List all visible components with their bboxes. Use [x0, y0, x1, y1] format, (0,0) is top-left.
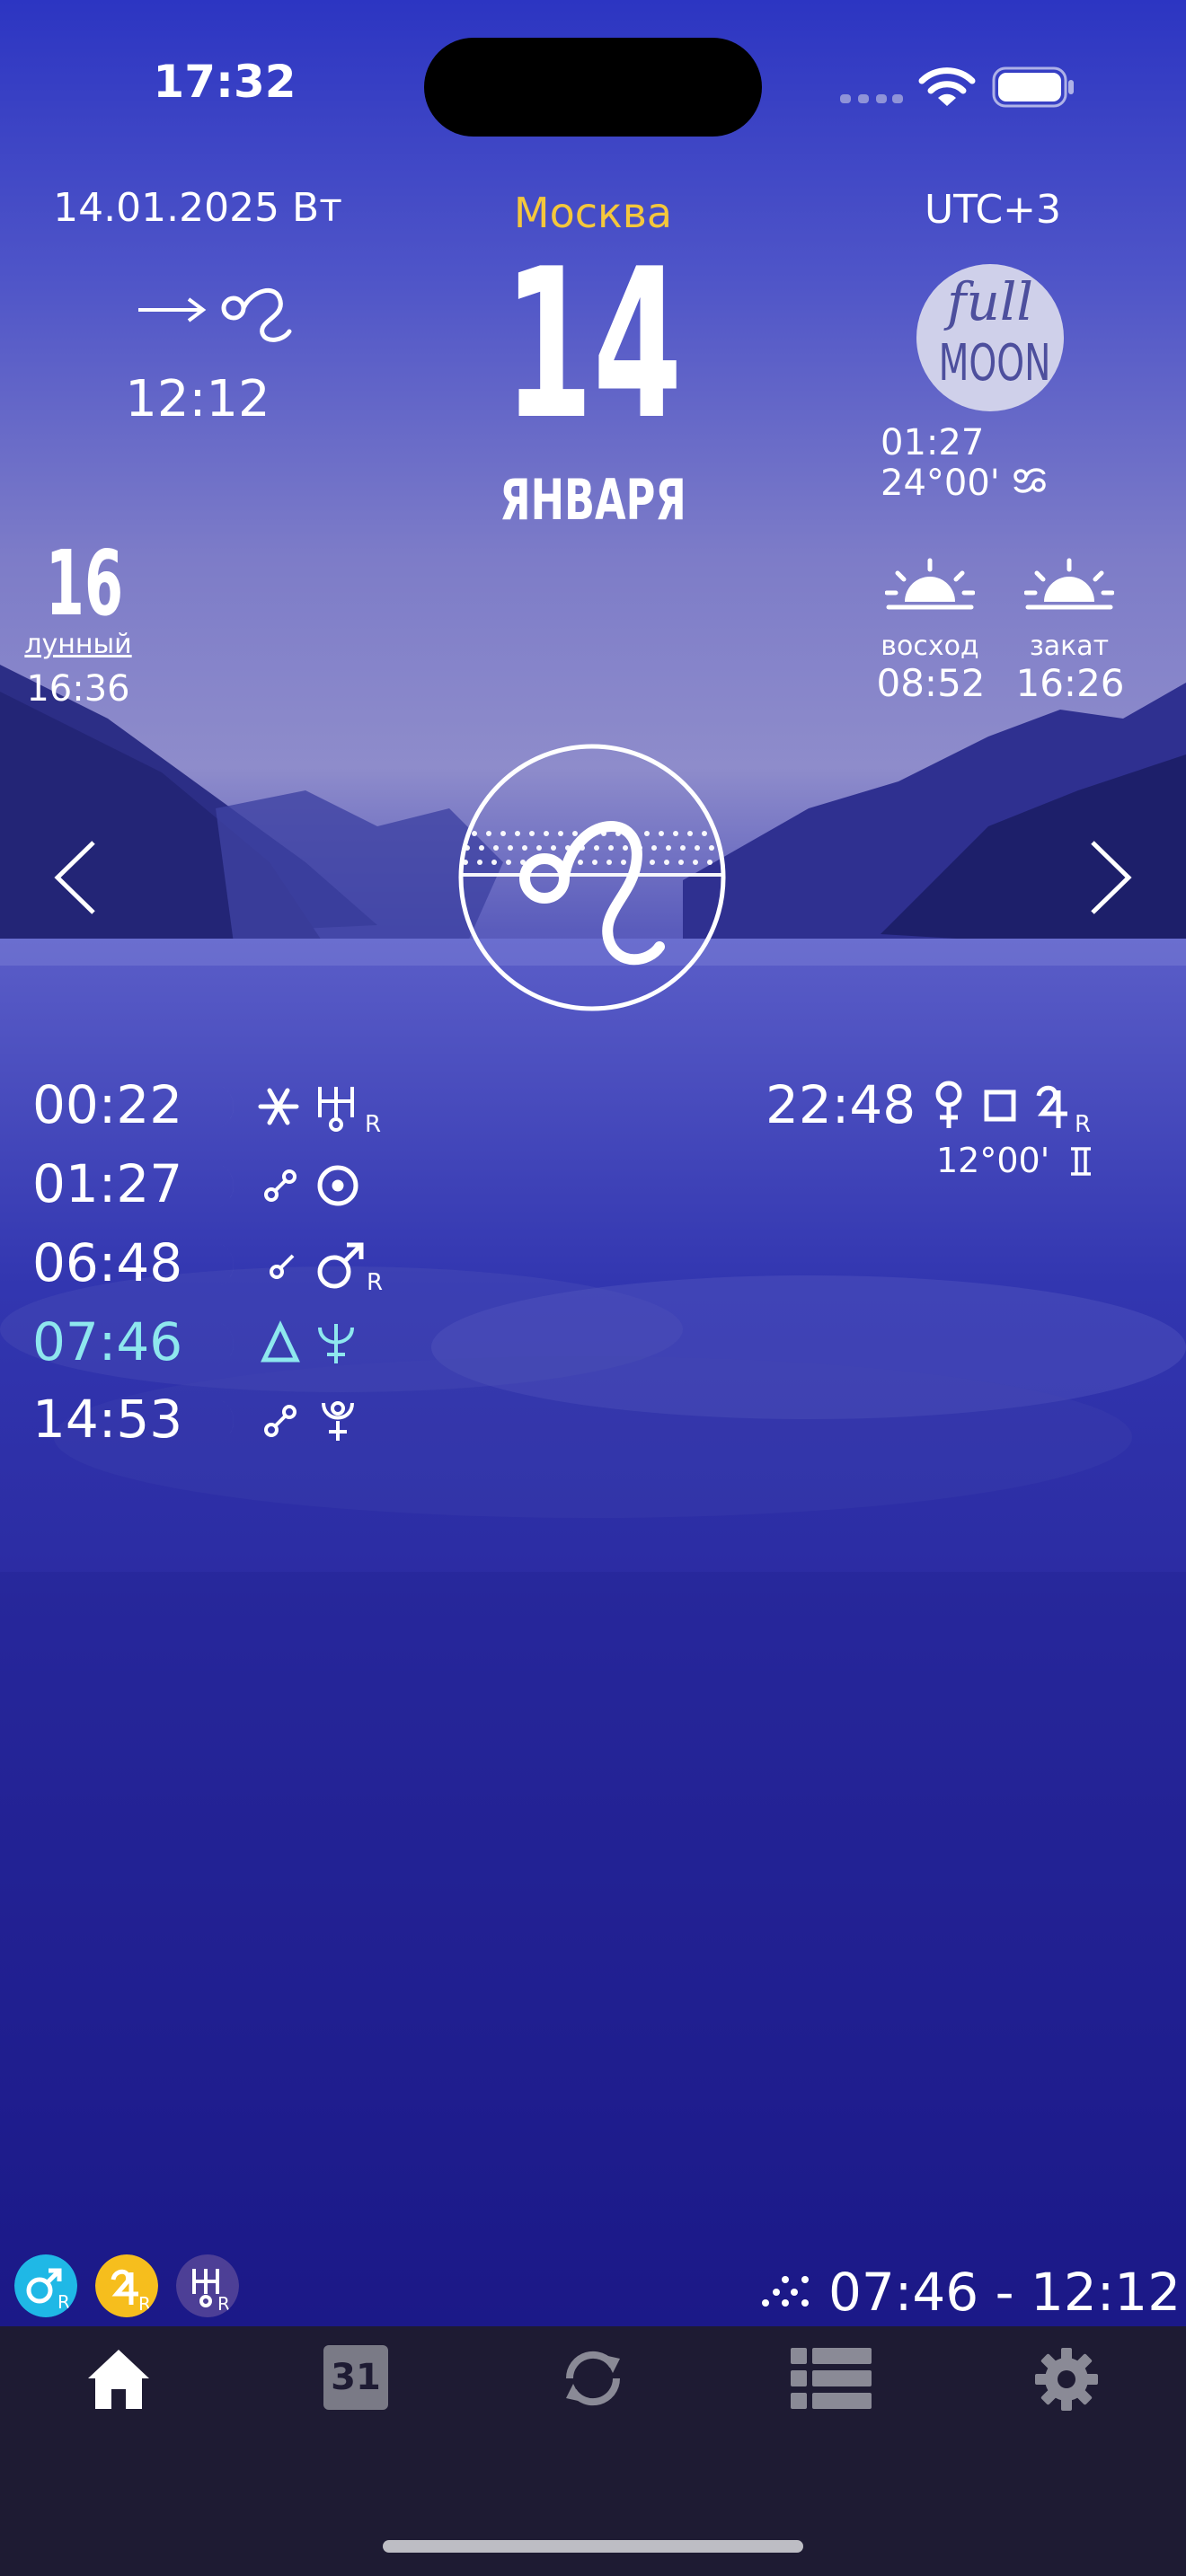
sextile-glyph: [258, 1088, 299, 1125]
day-number: 14: [503, 225, 683, 465]
moon-phase-time: 01:27: [881, 422, 985, 463]
leo-glyph: [519, 821, 665, 966]
retro-mars-badge[interactable]: R: [14, 2254, 77, 2317]
aspect-degree: 12°00': [936, 1141, 1050, 1180]
status-time: 17:32: [153, 56, 296, 108]
full-moon-icon[interactable]: full MOON: [916, 264, 1064, 411]
aspect-row-right[interactable]: 22:48 R: [766, 1074, 1161, 1137]
moon-ingress-time: 12:12: [125, 370, 270, 428]
neptune-glyph: [318, 1324, 354, 1363]
uranus-glyph: [318, 1087, 354, 1132]
moon-glyph: [210, 1241, 234, 1288]
battery-icon: [992, 66, 1074, 108]
aspect-time: 06:48: [32, 1232, 183, 1293]
list-icon: [791, 2348, 872, 2409]
retro-uranus-badge[interactable]: R: [176, 2254, 239, 2317]
aspect-glyphs: R: [210, 1241, 383, 1295]
tab-settings[interactable]: [1033, 2346, 1100, 2413]
aspect-glyphs: [210, 1398, 354, 1444]
opposition-glyph: [264, 1169, 296, 1202]
wifi-icon: [918, 67, 976, 106]
moon-phase-title-bottom: MOON: [938, 334, 1051, 393]
zodiac-leo-badge[interactable]: [456, 742, 728, 1013]
retro-mark: R: [365, 1111, 381, 1137]
moon-glyph: [210, 1320, 234, 1367]
sunset-icon: [1024, 558, 1114, 610]
pluto-glyph: [322, 1401, 354, 1441]
sunset-label: закат: [1029, 631, 1110, 662]
aspect-time: 07:46: [32, 1311, 183, 1372]
month-name: ЯНВАРЯ: [500, 467, 686, 533]
moon-glyph: [81, 279, 111, 340]
retro-jupiter-badge[interactable]: R: [95, 2254, 158, 2317]
timezone: UTC+3: [924, 187, 1062, 233]
current-date: 14.01.2025 Вт: [53, 185, 342, 231]
semisextile-glyph: [270, 1254, 295, 1279]
prev-day-arrow[interactable]: [50, 837, 101, 918]
lunar-day-number: 16: [45, 531, 124, 636]
void-of-course-icon: [762, 2276, 809, 2307]
aspect-row[interactable]: 14:53: [32, 1389, 410, 1451]
moon-phase-degree: 24°00': [881, 463, 1000, 504]
aspect-row[interactable]: 01:27: [32, 1153, 410, 1216]
aspect-glyphs: R: [210, 1083, 381, 1137]
sunset-time: 16:26: [1015, 661, 1125, 705]
aspect-row[interactable]: 06:48 R: [32, 1232, 410, 1295]
sun-glyph: [317, 1165, 358, 1206]
gemini-glyph: [1071, 1147, 1091, 1176]
moon-ingress-glyphs: [81, 279, 292, 342]
sunrise-icon: [885, 558, 975, 610]
sunrise-label: восход: [881, 631, 979, 662]
next-day-arrow[interactable]: [1085, 837, 1136, 918]
square-glyph: [984, 1090, 1016, 1122]
aspect-time: 00:22: [32, 1074, 183, 1135]
retro-mark: R: [1075, 1111, 1091, 1137]
opposition-glyph: [264, 1405, 296, 1437]
trine-glyph: [261, 1320, 300, 1363]
leo-glyph: [221, 288, 292, 342]
aspect-time: 22:48: [766, 1074, 916, 1135]
aspect-glyphs: R: [935, 1081, 1091, 1137]
cancer-glyph: [1013, 468, 1046, 493]
home-indicator: [383, 2540, 803, 2553]
lunar-day-time: 16:36: [26, 668, 130, 710]
aspect-row[interactable]: 07:46: [32, 1311, 410, 1374]
dynamic-island: [424, 38, 762, 137]
arrow-right-icon: [138, 297, 207, 322]
aspect-time: 01:27: [32, 1153, 183, 1214]
aspect-row[interactable]: 00:22 R: [32, 1074, 410, 1137]
venus-glyph: [935, 1081, 962, 1128]
void-interval: 07:46 - 12:12: [828, 2262, 1182, 2323]
jupiter-glyph: [1036, 1085, 1067, 1128]
aspect-time: 14:53: [32, 1389, 183, 1450]
retro-mark: R: [367, 1269, 383, 1295]
home-icon: [88, 2350, 149, 2409]
tab-calendar[interactable]: 31: [323, 2345, 388, 2410]
tab-sync[interactable]: [561, 2346, 625, 2411]
moon-glyph: [210, 1398, 234, 1444]
aspect-glyphs: [210, 1162, 358, 1209]
moon-glyph: [210, 1162, 234, 1209]
app-screen: 17:32 14.01.2025 Вт Москва UTC+3 12:12 1…: [0, 0, 1186, 2576]
tab-home[interactable]: [86, 2346, 151, 2411]
tab-list[interactable]: [791, 2348, 872, 2409]
aspect-glyphs: [210, 1320, 354, 1367]
sunrise-time: 08:52: [876, 661, 986, 705]
cellular-icon: [840, 94, 903, 103]
moon-glyph: [210, 1083, 234, 1130]
lunar-day-label[interactable]: лунный: [20, 629, 137, 660]
moon-phase-title-top: full: [947, 271, 1033, 332]
mars-glyph: [317, 1242, 364, 1289]
